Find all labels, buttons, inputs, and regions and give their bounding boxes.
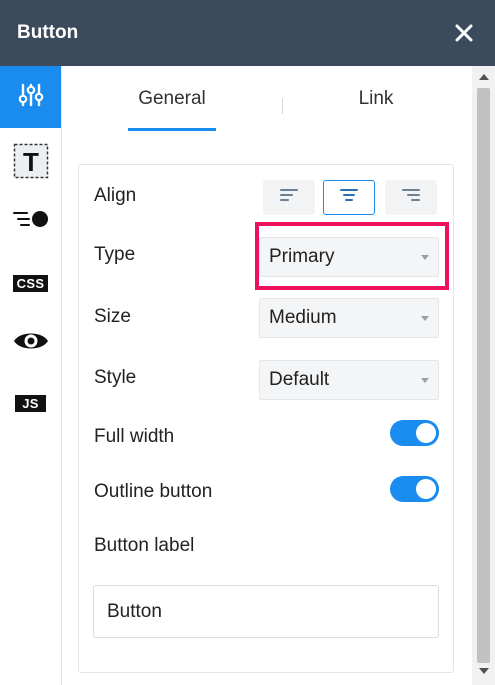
sidebar-item-js[interactable]: JS — [0, 372, 61, 434]
tab-general[interactable]: General — [128, 66, 216, 132]
sidebar-item-text[interactable]: T — [0, 132, 61, 194]
align-right-button[interactable] — [385, 180, 437, 215]
sidebar-item-css[interactable]: CSS — [0, 252, 61, 314]
close-icon[interactable] — [453, 22, 475, 44]
align-left-icon — [279, 188, 299, 207]
align-right-icon — [401, 188, 421, 207]
chevron-down-icon — [421, 255, 429, 260]
sidebar-item-spacing[interactable] — [0, 190, 61, 252]
type-select-value: Primary — [269, 246, 335, 267]
eye-icon — [13, 329, 49, 358]
type-label: Type — [94, 244, 136, 265]
active-tab-indicator — [128, 128, 216, 131]
size-select-value: Medium — [269, 307, 337, 328]
svg-text:T: T — [23, 147, 39, 177]
tab-divider — [282, 98, 283, 114]
scroll-up-arrow-icon[interactable] — [479, 74, 489, 80]
panel-header: Button — [0, 0, 495, 66]
sliders-icon — [18, 82, 44, 113]
css-icon: CSS — [12, 274, 49, 292]
tab-link[interactable]: Link — [326, 66, 426, 132]
toggle-knob — [416, 479, 436, 499]
align-label: Align — [94, 185, 137, 206]
sidebar-item-visibility[interactable] — [0, 312, 61, 374]
style-select-value: Default — [269, 369, 330, 390]
style-label: Style — [94, 367, 137, 388]
panel-title: Button — [17, 22, 79, 43]
button-label-label: Button label — [94, 535, 195, 556]
chevron-down-icon — [421, 378, 429, 383]
size-label: Size — [94, 306, 131, 327]
button-label-input[interactable]: Button — [93, 585, 439, 638]
align-center-button[interactable] — [323, 180, 375, 215]
align-button-group — [263, 180, 437, 216]
full-width-toggle[interactable] — [390, 420, 439, 446]
toggle-knob — [416, 423, 436, 443]
outline-button-label: Outline button — [94, 481, 213, 502]
align-left-button[interactable] — [263, 180, 315, 215]
align-center-icon — [339, 188, 359, 207]
sidebar-item-general-settings[interactable] — [0, 66, 61, 128]
scrollbar-thumb[interactable] — [477, 88, 490, 663]
outline-button-toggle[interactable] — [390, 476, 439, 502]
button-settings-panel: Button T CSS JS General Link Align Type … — [0, 0, 495, 685]
text-box-icon: T — [13, 143, 49, 184]
style-select[interactable]: Default — [259, 360, 439, 400]
settings-card: Align Type Primary Size Medium Style Def… — [78, 164, 454, 673]
vertical-scrollbar[interactable] — [472, 66, 495, 685]
align-dot-icon — [12, 208, 49, 235]
js-icon: JS — [15, 394, 46, 412]
full-width-label: Full width — [94, 426, 175, 447]
button-label-input-value: Button — [107, 600, 162, 622]
size-select[interactable]: Medium — [259, 298, 439, 338]
sidebar-rail: T CSS JS — [0, 66, 62, 685]
chevron-down-icon — [421, 316, 429, 321]
type-select[interactable]: Primary — [259, 237, 439, 277]
tab-bar: General Link — [62, 66, 472, 136]
scroll-down-arrow-icon[interactable] — [479, 668, 489, 674]
